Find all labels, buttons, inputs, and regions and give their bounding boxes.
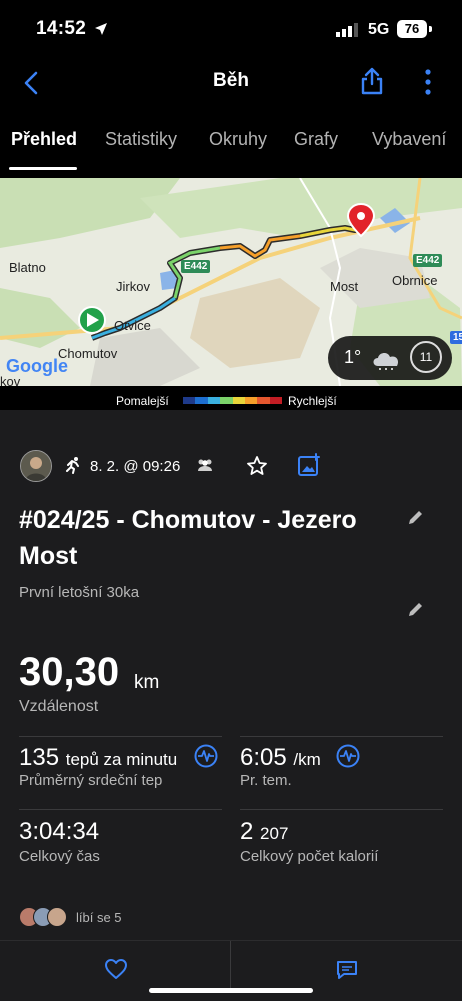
activity-card: 8. 2. @ 09:26 #024/25 - Chomutov - Jezer…: [0, 410, 462, 940]
tab-laps[interactable]: Okruhy: [209, 129, 267, 150]
calories-stat: 2 207: [240, 818, 288, 846]
weather-badge[interactable]: 1° 11: [328, 336, 452, 380]
map-label-blatno: Blatno: [9, 260, 46, 275]
edit-description-icon[interactable]: [407, 600, 425, 623]
calories-value-rest: 207: [260, 824, 289, 843]
speed-gradient-segment-5: [244, 397, 258, 404]
calories-label: Celkový počet kalorií: [240, 848, 379, 865]
road-tag-15: 15: [450, 331, 462, 344]
signal-icon: [336, 23, 358, 42]
map-label-otvice: Otvice: [114, 318, 151, 333]
road-tag-e442-east: E442: [413, 254, 443, 267]
heart-rate-unit: tepů za minutu: [65, 750, 178, 769]
tab-gear[interactable]: Vybavení: [372, 129, 446, 150]
map-label-most: Most: [330, 279, 359, 294]
google-logo-text: Google: [6, 356, 68, 376]
speed-gradient-segment-4: [232, 397, 245, 404]
divider: [19, 809, 222, 810]
clock: 14:52: [36, 18, 87, 39]
star-icon[interactable]: [246, 455, 268, 482]
speed-gradient-segment-2: [207, 397, 221, 404]
comment-icon[interactable]: [336, 959, 358, 986]
pace-graph-icon[interactable]: [336, 744, 360, 773]
map-label-jirkov: Jirkov: [116, 279, 150, 294]
divider: [19, 736, 222, 737]
heart-rate-graph-icon[interactable]: [194, 744, 218, 773]
nav-bar: Běh: [0, 60, 462, 108]
google-logo: Google: [6, 356, 68, 377]
edit-title-icon[interactable]: [407, 508, 425, 531]
calories-value-thousands: 2: [240, 818, 254, 845]
speed-gradient-bar: [183, 397, 282, 404]
activity-description: První letošní 30ka: [19, 584, 140, 601]
distance-unit: km: [134, 672, 160, 693]
pace-stat: 6:05 /km: [240, 744, 321, 772]
distance-label: Vzdálenost: [19, 698, 99, 715]
total-time-label: Celkový čas: [19, 848, 100, 865]
avatar[interactable]: [20, 450, 52, 482]
more-options-icon[interactable]: [420, 68, 436, 101]
cloud-snow-icon: [370, 348, 404, 375]
location-arrow-icon: [94, 22, 108, 41]
battery-icon: 76: [397, 20, 427, 38]
page-title: Běh: [213, 70, 249, 91]
tab-overview[interactable]: Přehled: [11, 129, 77, 150]
activity-date: 8. 2. @ 09:26: [90, 458, 181, 475]
speed-gradient-segment-1: [195, 397, 208, 404]
divider: [240, 736, 443, 737]
weather-temperature: 1°: [344, 347, 362, 367]
network-type: 5G: [368, 21, 390, 38]
status-bar: 14:52 5G 76: [0, 0, 462, 60]
tab-charts[interactable]: Grafy: [294, 129, 338, 150]
total-time-value: 3:04:34: [19, 818, 100, 845]
legend-slower-label: Pomalejší: [116, 394, 169, 408]
tab-bar: Přehled Statistiky Okruhy Grafy Vybavení: [0, 115, 462, 171]
heart-rate-value: 135: [19, 744, 60, 771]
pace-unit: /km: [293, 750, 321, 769]
pace-value: 6:05: [240, 744, 287, 771]
like-heart-icon[interactable]: [104, 958, 128, 985]
speed-gradient-segment-6: [257, 397, 270, 404]
heart-rate-stat: 135 tepů za minutu: [19, 744, 177, 772]
speed-legend: Pomalejší Rychlejší: [0, 392, 462, 410]
activity-title: #024/25 - Chomutov - Jezero Most: [19, 506, 357, 570]
divider: [230, 941, 231, 993]
heart-rate-label: Průměrný srdeční tep: [19, 772, 163, 789]
bottom-action-bar: [0, 940, 462, 1001]
battery-tip: [429, 26, 432, 32]
group-visibility-icon[interactable]: [195, 458, 215, 477]
speed-gradient-segment-0: [183, 397, 196, 404]
likes-count[interactable]: líbí se 5: [76, 910, 122, 925]
speed-gradient-segment-3: [220, 397, 233, 404]
add-photo-icon[interactable]: [297, 453, 321, 482]
running-icon: [64, 456, 82, 479]
share-icon[interactable]: [358, 66, 386, 101]
active-tab-indicator: [9, 167, 77, 170]
speed-gradient-segment-7: [269, 397, 282, 404]
divider: [240, 809, 443, 810]
like-avatar: [47, 907, 67, 927]
distance-value: 30,30: [19, 650, 120, 694]
tab-statistics[interactable]: Statistiky: [105, 129, 177, 150]
map-label-obrnice: Obrnice: [392, 273, 438, 288]
home-indicator: [149, 988, 313, 993]
legend-faster-label: Rychlejší: [288, 394, 337, 408]
pace-label: Pr. tem.: [240, 772, 292, 789]
wind-speed-indicator: 11: [410, 341, 442, 373]
road-tag-e442-west: E442: [181, 260, 211, 273]
